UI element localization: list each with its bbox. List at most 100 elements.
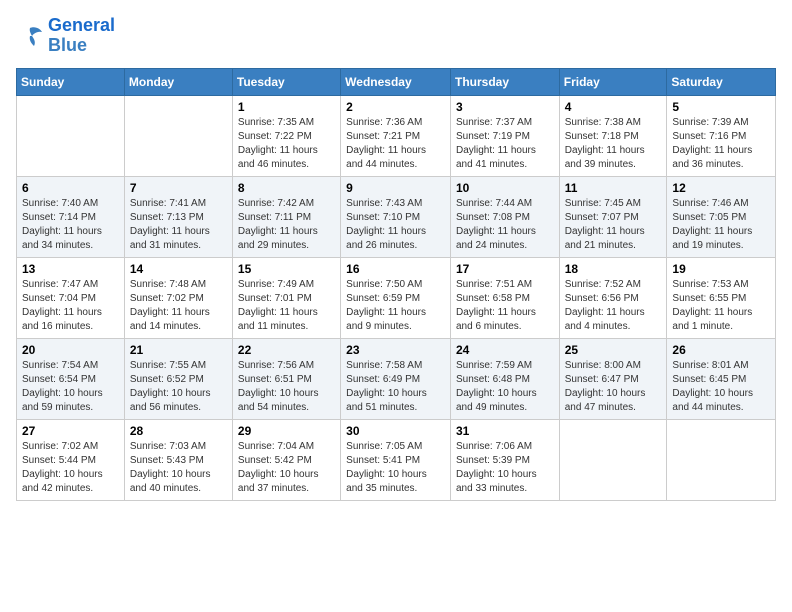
logo-text: General Blue xyxy=(48,16,115,56)
header-cell-friday: Friday xyxy=(559,68,667,95)
day-cell: 11Sunrise: 7:45 AM Sunset: 7:07 PM Dayli… xyxy=(559,176,667,257)
day-number: 24 xyxy=(456,343,554,357)
day-number: 28 xyxy=(130,424,227,438)
day-info: Sunrise: 7:36 AM Sunset: 7:21 PM Dayligh… xyxy=(346,116,445,172)
day-number: 12 xyxy=(672,181,770,195)
header-row: SundayMondayTuesdayWednesdayThursdayFrid… xyxy=(17,68,776,95)
day-info: Sunrise: 7:47 AM Sunset: 7:04 PM Dayligh… xyxy=(22,278,119,334)
day-number: 9 xyxy=(346,181,445,195)
day-cell: 23 Sunrise: 7:58 AM Sunset: 6:49 PM Dayli… xyxy=(341,338,451,419)
day-number: 6 xyxy=(22,181,119,195)
day-info: Sunrise: 7:58 AM Sunset: 6:49 PM Dayligh… xyxy=(346,359,445,415)
day-cell: 28 Sunrise: 7:03 AM Sunset: 5:43 PM Dayli… xyxy=(124,419,232,500)
day-number: 20 xyxy=(22,343,119,357)
day-info: Sunrise: 7:41 AM Sunset: 7:13 PM Dayligh… xyxy=(130,197,227,253)
week-row-3: 13 Sunrise: 7:47 AM Sunset: 7:04 PM Dayli… xyxy=(17,257,776,338)
calendar-table: SundayMondayTuesdayWednesdayThursdayFrid… xyxy=(16,68,776,501)
day-cell: 25Sunrise: 8:00 AM Sunset: 6:47 PM Dayli… xyxy=(559,338,667,419)
day-info: Sunrise: 7:05 AM Sunset: 5:41 PM Dayligh… xyxy=(346,440,445,496)
day-cell: 30 Sunrise: 7:05 AM Sunset: 5:41 PM Dayli… xyxy=(341,419,451,500)
day-number: 1 xyxy=(238,100,335,114)
day-cell: 9 Sunrise: 7:43 AM Sunset: 7:10 PM Daylig… xyxy=(341,176,451,257)
day-cell: 2Sunrise: 7:36 AM Sunset: 7:21 PM Daylig… xyxy=(341,95,451,176)
day-number: 18 xyxy=(565,262,662,276)
day-info: Sunrise: 7:59 AM Sunset: 6:48 PM Dayligh… xyxy=(456,359,554,415)
week-row-4: 20 Sunrise: 7:54 AM Sunset: 6:54 PM Dayli… xyxy=(17,338,776,419)
day-info: Sunrise: 7:53 AM Sunset: 6:55 PM Dayligh… xyxy=(672,278,770,334)
day-number: 17 xyxy=(456,262,554,276)
day-number: 25 xyxy=(565,343,662,357)
header-cell-monday: Monday xyxy=(124,68,232,95)
day-number: 8 xyxy=(238,181,335,195)
day-info: Sunrise: 7:46 AM Sunset: 7:05 PM Dayligh… xyxy=(672,197,770,253)
day-info: Sunrise: 7:37 AM Sunset: 7:19 PM Dayligh… xyxy=(456,116,554,172)
day-number: 29 xyxy=(238,424,335,438)
day-number: 7 xyxy=(130,181,227,195)
day-number: 27 xyxy=(22,424,119,438)
day-cell: 24 Sunrise: 7:59 AM Sunset: 6:48 PM Dayli… xyxy=(450,338,559,419)
day-cell: 18 Sunrise: 7:52 AM Sunset: 6:56 PM Dayli… xyxy=(559,257,667,338)
header-cell-wednesday: Wednesday xyxy=(341,68,451,95)
day-info: Sunrise: 7:44 AM Sunset: 7:08 PM Dayligh… xyxy=(456,197,554,253)
day-cell: 31Sunrise: 7:06 AM Sunset: 5:39 PM Dayli… xyxy=(450,419,559,500)
day-info: Sunrise: 7:38 AM Sunset: 7:18 PM Dayligh… xyxy=(565,116,662,172)
calendar-body: 1 Sunrise: 7:35 AM Sunset: 7:22 PM Daylig… xyxy=(17,95,776,500)
day-cell xyxy=(124,95,232,176)
week-row-2: 6 Sunrise: 7:40 AM Sunset: 7:14 PM Daylig… xyxy=(17,176,776,257)
day-number: 3 xyxy=(456,100,554,114)
day-cell xyxy=(667,419,776,500)
day-number: 19 xyxy=(672,262,770,276)
day-cell: 5 Sunrise: 7:39 AM Sunset: 7:16 PM Daylig… xyxy=(667,95,776,176)
day-cell: 8Sunrise: 7:42 AM Sunset: 7:11 PM Daylig… xyxy=(232,176,340,257)
day-info: Sunrise: 7:35 AM Sunset: 7:22 PM Dayligh… xyxy=(238,116,335,172)
day-info: Sunrise: 8:01 AM Sunset: 6:45 PM Dayligh… xyxy=(672,359,770,415)
day-cell: 20 Sunrise: 7:54 AM Sunset: 6:54 PM Dayli… xyxy=(17,338,125,419)
day-cell: 22Sunrise: 7:56 AM Sunset: 6:51 PM Dayli… xyxy=(232,338,340,419)
week-row-5: 27 Sunrise: 7:02 AM Sunset: 5:44 PM Dayli… xyxy=(17,419,776,500)
day-info: Sunrise: 7:55 AM Sunset: 6:52 PM Dayligh… xyxy=(130,359,227,415)
day-info: Sunrise: 7:51 AM Sunset: 6:58 PM Dayligh… xyxy=(456,278,554,334)
day-number: 11 xyxy=(565,181,662,195)
day-cell: 7 Sunrise: 7:41 AM Sunset: 7:13 PM Daylig… xyxy=(124,176,232,257)
day-info: Sunrise: 7:54 AM Sunset: 6:54 PM Dayligh… xyxy=(22,359,119,415)
day-info: Sunrise: 7:50 AM Sunset: 6:59 PM Dayligh… xyxy=(346,278,445,334)
logo: General Blue xyxy=(16,16,115,56)
logo-icon xyxy=(16,24,44,48)
day-number: 15 xyxy=(238,262,335,276)
day-cell: 12 Sunrise: 7:46 AM Sunset: 7:05 PM Dayli… xyxy=(667,176,776,257)
header-cell-tuesday: Tuesday xyxy=(232,68,340,95)
header-cell-sunday: Sunday xyxy=(17,68,125,95)
day-cell: 10Sunrise: 7:44 AM Sunset: 7:08 PM Dayli… xyxy=(450,176,559,257)
day-info: Sunrise: 7:49 AM Sunset: 7:01 PM Dayligh… xyxy=(238,278,335,334)
page-header: General Blue xyxy=(16,16,776,56)
day-info: Sunrise: 7:04 AM Sunset: 5:42 PM Dayligh… xyxy=(238,440,335,496)
day-cell: 21Sunrise: 7:55 AM Sunset: 6:52 PM Dayli… xyxy=(124,338,232,419)
header-cell-saturday: Saturday xyxy=(667,68,776,95)
day-number: 16 xyxy=(346,262,445,276)
day-cell: 29 Sunrise: 7:04 AM Sunset: 5:42 PM Dayli… xyxy=(232,419,340,500)
day-cell xyxy=(17,95,125,176)
day-info: Sunrise: 7:02 AM Sunset: 5:44 PM Dayligh… xyxy=(22,440,119,496)
day-number: 23 xyxy=(346,343,445,357)
day-number: 14 xyxy=(130,262,227,276)
day-cell: 6 Sunrise: 7:40 AM Sunset: 7:14 PM Daylig… xyxy=(17,176,125,257)
day-cell: 19 Sunrise: 7:53 AM Sunset: 6:55 PM Dayli… xyxy=(667,257,776,338)
day-cell: 26Sunrise: 8:01 AM Sunset: 6:45 PM Dayli… xyxy=(667,338,776,419)
day-info: Sunrise: 7:40 AM Sunset: 7:14 PM Dayligh… xyxy=(22,197,119,253)
day-info: Sunrise: 7:43 AM Sunset: 7:10 PM Dayligh… xyxy=(346,197,445,253)
calendar-header: SundayMondayTuesdayWednesdayThursdayFrid… xyxy=(17,68,776,95)
day-cell: 3 Sunrise: 7:37 AM Sunset: 7:19 PM Daylig… xyxy=(450,95,559,176)
day-number: 30 xyxy=(346,424,445,438)
day-cell: 13 Sunrise: 7:47 AM Sunset: 7:04 PM Dayli… xyxy=(17,257,125,338)
day-info: Sunrise: 7:48 AM Sunset: 7:02 PM Dayligh… xyxy=(130,278,227,334)
day-cell: 15 Sunrise: 7:49 AM Sunset: 7:01 PM Dayli… xyxy=(232,257,340,338)
day-info: Sunrise: 7:56 AM Sunset: 6:51 PM Dayligh… xyxy=(238,359,335,415)
day-number: 13 xyxy=(22,262,119,276)
day-info: Sunrise: 7:52 AM Sunset: 6:56 PM Dayligh… xyxy=(565,278,662,334)
day-number: 31 xyxy=(456,424,554,438)
day-info: Sunrise: 7:03 AM Sunset: 5:43 PM Dayligh… xyxy=(130,440,227,496)
day-number: 4 xyxy=(565,100,662,114)
day-info: Sunrise: 7:39 AM Sunset: 7:16 PM Dayligh… xyxy=(672,116,770,172)
day-number: 5 xyxy=(672,100,770,114)
day-cell: 16 Sunrise: 7:50 AM Sunset: 6:59 PM Dayli… xyxy=(341,257,451,338)
